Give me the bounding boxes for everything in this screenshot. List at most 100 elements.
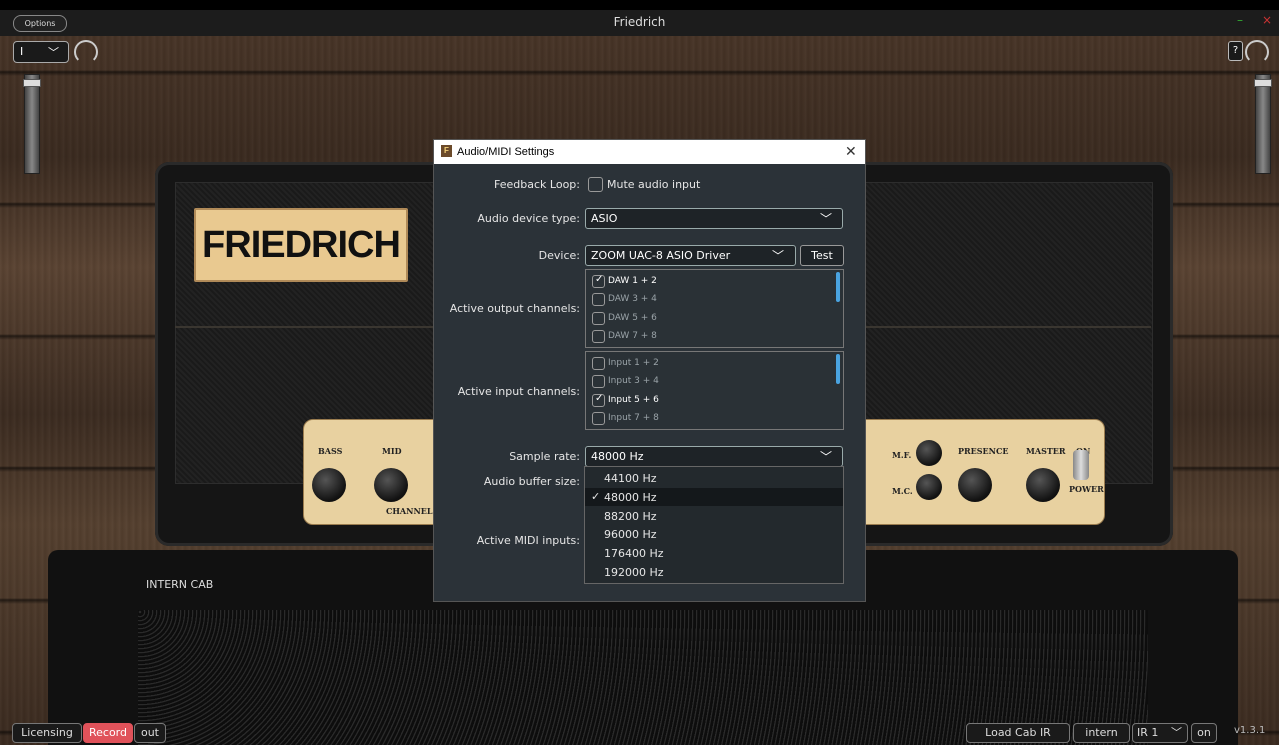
close-icon[interactable]: ✕: [845, 143, 857, 160]
list-item-label: Input 1 + 2: [608, 358, 659, 368]
window-title: Friedrich: [613, 15, 666, 29]
checkbox[interactable]: [592, 375, 605, 388]
sample-rate-option[interactable]: 44100 Hz: [585, 469, 843, 487]
checkbox[interactable]: [592, 330, 605, 343]
bass-knob[interactable]: [312, 468, 346, 502]
ir-select[interactable]: IR 1 ﹀: [1132, 723, 1188, 743]
load-cab-ir-button[interactable]: Load Cab IR: [966, 723, 1070, 743]
record-button[interactable]: Record: [83, 723, 133, 743]
minimize-button[interactable]: –: [1237, 13, 1249, 27]
device-label: Device:: [538, 249, 580, 262]
presence-knob[interactable]: [958, 468, 992, 502]
input-gain-ring-icon[interactable]: [74, 40, 98, 64]
input-channels-label: Active input channels:: [457, 385, 580, 398]
checkbox[interactable]: [592, 293, 605, 306]
mid-label: MID: [382, 446, 402, 456]
output-channels-list[interactable]: DAW 1 + 2 DAW 3 + 4 DAW 5 + 6 DAW 7 + 8: [585, 269, 844, 348]
checkbox[interactable]: [592, 393, 605, 407]
sample-rate-select[interactable]: 48000 Hz ﹀: [585, 446, 843, 467]
mid-knob[interactable]: [374, 468, 408, 502]
app-icon: F: [441, 145, 452, 157]
list-item-label: DAW 7 + 8: [608, 331, 657, 341]
audio-device-type-value: ASIO: [591, 212, 618, 225]
output-gain-ring-icon[interactable]: [1245, 40, 1269, 64]
input-level-slider[interactable]: [23, 74, 41, 174]
ir-on-button[interactable]: on: [1191, 723, 1217, 743]
checkbox[interactable]: [592, 357, 605, 370]
sample-rate-option-selected[interactable]: ✓ 48000 Hz: [585, 488, 843, 506]
input-channels-list[interactable]: Input 1 + 2 Input 3 + 4 Input 5 + 6 Inpu…: [585, 351, 844, 430]
slider-thumb[interactable]: [23, 79, 41, 87]
output-level-slider[interactable]: [1254, 74, 1272, 174]
close-window-button[interactable]: ×: [1262, 13, 1274, 27]
preset-value: I: [20, 45, 24, 58]
check-icon: ✓: [591, 490, 601, 503]
amp-logo: FRIEDRICH: [194, 208, 408, 282]
option-label: 44100 Hz: [604, 472, 657, 485]
chevron-down-icon: ﹀: [48, 46, 59, 59]
list-item-label: DAW 3 + 4: [608, 294, 657, 304]
dialog-title-bar: F Audio/MIDI Settings ✕: [434, 140, 865, 164]
preset-select[interactable]: I ﹀: [13, 41, 69, 63]
chevron-down-icon: ﹀: [820, 212, 833, 226]
device-select[interactable]: ZOOM UAC-8 ASIO Driver ﹀: [585, 245, 796, 266]
ir-select-value: IR 1: [1137, 726, 1159, 739]
device-value: ZOOM UAC-8 ASIO Driver: [591, 249, 731, 262]
option-label: 48000 Hz: [604, 491, 657, 504]
list-item-label: Input 7 + 8: [608, 413, 659, 423]
list-item-label: DAW 1 + 2: [608, 276, 657, 286]
sample-rate-option[interactable]: 96000 Hz: [585, 525, 843, 543]
mf-knob[interactable]: [916, 440, 942, 466]
chevron-down-icon: ﹀: [772, 249, 785, 263]
mc-label: M.C.: [892, 486, 913, 496]
licensing-button[interactable]: Licensing: [12, 723, 82, 743]
list-item-label: Input 5 + 6: [608, 395, 659, 405]
presence-label: PRESENCE: [958, 446, 1009, 456]
mc-knob[interactable]: [916, 474, 942, 500]
bass-label: BASS: [318, 446, 343, 456]
chevron-down-icon: ﹀: [1171, 726, 1182, 739]
checkbox[interactable]: [592, 412, 605, 425]
scrollbar[interactable]: [836, 272, 840, 302]
amp-logo-text: FRIEDRICH: [202, 224, 401, 266]
option-label: 96000 Hz: [604, 528, 657, 541]
midi-inputs-label: Active MIDI inputs:: [476, 534, 580, 547]
cab-label: INTERN CAB: [146, 578, 214, 591]
option-label: 176400 Hz: [604, 547, 664, 560]
checkbox[interactable]: [592, 274, 605, 288]
option-label: 192000 Hz: [604, 566, 664, 579]
sample-rate-option[interactable]: 88200 Hz: [585, 507, 843, 525]
title-bar: Options Friedrich – ×: [0, 10, 1279, 36]
chevron-down-icon: ﹀: [820, 450, 833, 464]
dialog-title: Audio/MIDI Settings: [457, 146, 555, 158]
scrollbar[interactable]: [836, 354, 840, 384]
audio-device-type-select[interactable]: ASIO ﹀: [585, 208, 843, 229]
master-label: MASTER: [1026, 446, 1066, 456]
master-knob[interactable]: [1026, 468, 1060, 502]
sample-rate-option[interactable]: 192000 Hz: [585, 563, 843, 581]
test-button[interactable]: Test: [800, 245, 844, 266]
plugin-window: Options Friedrich – × I ﹀ ? FRIEDRICH BA…: [0, 0, 1279, 745]
mute-audio-input-checkbox[interactable]: [588, 177, 603, 192]
checkbox[interactable]: [592, 312, 605, 325]
intern-button[interactable]: intern: [1073, 723, 1130, 743]
buffer-size-label: Audio buffer size:: [483, 475, 580, 488]
power-toggle[interactable]: [1073, 450, 1089, 480]
channel-label: CHANNEL: [386, 506, 433, 516]
option-label: 88200 Hz: [604, 510, 657, 523]
audio-device-type-label: Audio device type:: [477, 212, 580, 225]
sample-rate-dropdown[interactable]: 44100 Hz ✓ 48000 Hz 88200 Hz 96000 Hz 176…: [584, 466, 844, 584]
help-button[interactable]: ?: [1228, 41, 1243, 61]
list-item-label: DAW 5 + 6: [608, 313, 657, 323]
feedback-loop-label: Feedback Loop:: [494, 178, 580, 191]
sample-rate-option[interactable]: 176400 Hz: [585, 544, 843, 562]
sample-rate-value: 48000 Hz: [591, 450, 644, 463]
sample-rate-label: Sample rate:: [509, 450, 580, 463]
mute-audio-input-label: Mute audio input: [607, 178, 701, 191]
out-button[interactable]: out: [134, 723, 166, 743]
slider-thumb[interactable]: [1254, 79, 1272, 87]
mf-label: M.F.: [892, 450, 912, 460]
output-channels-label: Active output channels:: [449, 302, 580, 315]
version-label: v1.3.1: [1234, 725, 1266, 736]
power-label: POWER: [1069, 484, 1104, 494]
